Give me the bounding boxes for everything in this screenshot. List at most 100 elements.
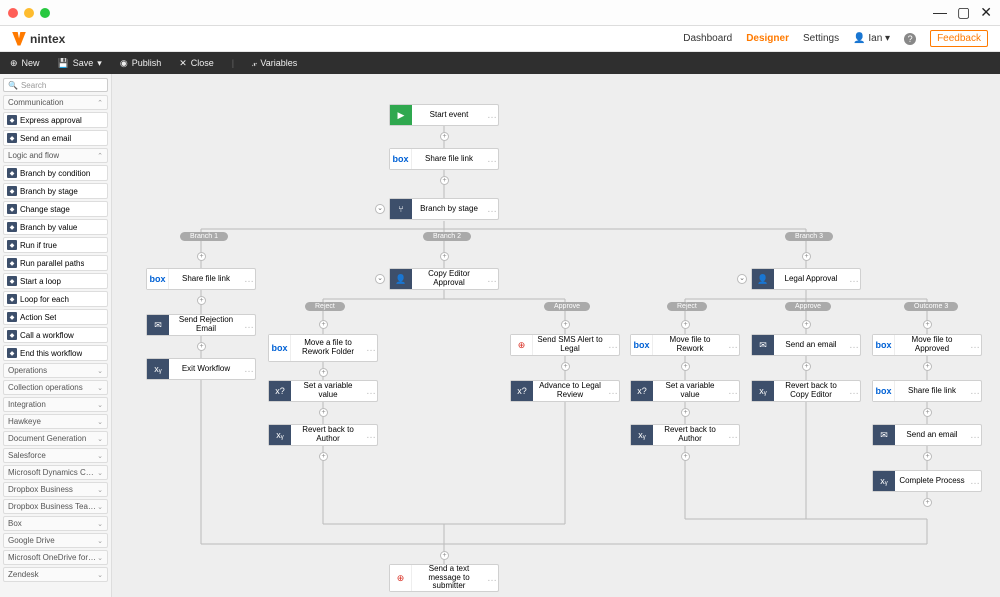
node-share-file-link-2[interactable]: boxShare file link… — [146, 268, 256, 290]
minimize-icon[interactable]: — — [933, 4, 947, 21]
sidebar-group[interactable]: Document Generation⌄ — [3, 431, 108, 446]
sidebar-group[interactable]: Operations⌄ — [3, 363, 108, 378]
sidebar-action[interactable]: ◆Branch by value — [3, 219, 108, 235]
sidebar-group[interactable]: Collection operations⌄ — [3, 380, 108, 395]
maximize-icon[interactable]: ▢ — [957, 4, 970, 21]
add-step[interactable]: + — [319, 368, 328, 377]
sidebar-group[interactable]: Box⌄ — [3, 516, 108, 531]
node-send-rejection-email[interactable]: ✉Send Rejection Email… — [146, 314, 256, 336]
add-step[interactable]: + — [681, 408, 690, 417]
node-advance-legal[interactable]: x?Advance to Legal Review… — [510, 380, 620, 402]
add-step[interactable]: + — [197, 252, 206, 261]
node-revert-author[interactable]: xᵧRevert back to Author… — [268, 424, 378, 446]
add-step[interactable]: + — [561, 362, 570, 371]
node-set-variable[interactable]: x?Set a variable value… — [268, 380, 378, 402]
sidebar-action[interactable]: ◆Branch by condition — [3, 165, 108, 181]
node-set-variable-2[interactable]: x?Set a variable value… — [630, 380, 740, 402]
node-start-event[interactable]: ▶Start event… — [389, 104, 499, 126]
close-button[interactable]: ✕ Close — [179, 58, 214, 69]
sidebar-group[interactable]: Microsoft Dynamics CRM⌄ — [3, 465, 108, 480]
minimize-window[interactable] — [24, 8, 34, 18]
sidebar-action[interactable]: ◆End this workflow — [3, 345, 108, 361]
close-window[interactable] — [8, 8, 18, 18]
sidebar-group[interactable]: Communication⌃ — [3, 95, 108, 110]
workflow-canvas[interactable]: ▶Start event… + boxShare file link… + ⌄ … — [112, 74, 1000, 597]
node-revert-copy-editor[interactable]: xᵧRevert back to Copy Editor… — [751, 380, 861, 402]
add-step[interactable]: + — [440, 132, 449, 141]
search-input[interactable]: 🔍 Search — [3, 78, 108, 92]
add-step[interactable]: + — [319, 320, 328, 329]
sidebar-action[interactable]: ◆Loop for each — [3, 291, 108, 307]
add-step[interactable]: + — [319, 452, 328, 461]
add-step[interactable]: + — [923, 452, 932, 461]
collapse-toggle[interactable]: ⌄ — [737, 274, 747, 284]
node-exit-workflow[interactable]: xᵧExit Workflow… — [146, 358, 256, 380]
add-step[interactable]: + — [923, 320, 932, 329]
node-copy-editor-approval[interactable]: 👤Copy Editor Approval… — [389, 268, 499, 290]
sidebar-group[interactable]: Google Drive⌄ — [3, 533, 108, 548]
node-move-approved[interactable]: boxMove file to Approved… — [872, 334, 982, 356]
zoom-window[interactable] — [40, 8, 50, 18]
node-move-rework-2[interactable]: boxMove file to Rework… — [630, 334, 740, 356]
new-button[interactable]: ⊕ New — [10, 58, 40, 69]
nav-user[interactable]: 👤 Ian ▾ — [853, 33, 890, 44]
node-send-email-3[interactable]: ✉Send an email… — [872, 424, 982, 446]
add-step[interactable]: + — [561, 320, 570, 329]
node-move-file-rework[interactable]: boxMove a file to Rework Folder… — [268, 334, 378, 362]
variables-button[interactable]: 𝓍 Variables — [252, 58, 297, 69]
add-step[interactable]: + — [802, 252, 811, 261]
add-step[interactable]: + — [319, 408, 328, 417]
sidebar-group[interactable]: Logic and flow⌃ — [3, 148, 108, 163]
add-step[interactable]: + — [681, 452, 690, 461]
add-step[interactable]: + — [923, 498, 932, 507]
node-share-file-link-3[interactable]: boxShare file link… — [872, 380, 982, 402]
add-step[interactable]: + — [681, 362, 690, 371]
close-icon[interactable]: ✕ — [980, 4, 992, 21]
save-button[interactable]: 💾 Save ▾ — [58, 58, 102, 69]
sidebar-action[interactable]: ◆Change stage — [3, 201, 108, 217]
node-share-file-link-1[interactable]: boxShare file link… — [389, 148, 499, 170]
node-branch-by-stage[interactable]: ⑂Branch by stage… — [389, 198, 499, 220]
add-step[interactable]: + — [440, 176, 449, 185]
sidebar-group[interactable]: Dropbox Business⌄ — [3, 482, 108, 497]
add-step[interactable]: + — [440, 551, 449, 560]
collapse-toggle[interactable]: ⌄ — [375, 204, 385, 214]
nav-designer[interactable]: Designer — [746, 33, 789, 44]
sidebar-group[interactable]: Microsoft OneDrive for Business⌄ — [3, 550, 108, 565]
add-step[interactable]: + — [802, 362, 811, 371]
node-send-email-2[interactable]: ✉Send an email… — [751, 334, 861, 356]
node-sms-legal[interactable]: ⊕Send SMS Alert to Legal… — [510, 334, 620, 356]
sidebar-action[interactable]: ◆Call a workflow — [3, 327, 108, 343]
sidebar-action[interactable]: ◆Branch by stage — [3, 183, 108, 199]
help-icon[interactable]: ? — [904, 33, 916, 45]
add-step[interactable]: + — [923, 362, 932, 371]
nav-dashboard[interactable]: Dashboard — [683, 33, 732, 44]
sidebar-group[interactable]: Integration⌄ — [3, 397, 108, 412]
sidebar-action[interactable]: ◆Action Set — [3, 309, 108, 325]
node-complete-process[interactable]: xᵧComplete Process… — [872, 470, 982, 492]
sidebar-action[interactable]: ◆Start a loop — [3, 273, 108, 289]
sidebar-action[interactable]: ◆Run parallel paths — [3, 255, 108, 271]
sidebar-action[interactable]: ◆Send an email — [3, 130, 108, 146]
add-step[interactable]: + — [681, 320, 690, 329]
nav-settings[interactable]: Settings — [803, 33, 839, 44]
add-step[interactable]: + — [197, 342, 206, 351]
sidebar-group[interactable]: Salesforce⌄ — [3, 448, 108, 463]
sidebar-action[interactable]: ◆Run if true — [3, 237, 108, 253]
publish-button[interactable]: ◉ Publish — [120, 58, 161, 69]
node-sms-submitter[interactable]: ⊕Send a text message to submitter… — [389, 564, 499, 592]
sidebar-group[interactable]: Hawkeye⌄ — [3, 414, 108, 429]
sidebar-group[interactable]: Dropbox Business Team Mgmt⌄ — [3, 499, 108, 514]
add-step[interactable]: + — [802, 320, 811, 329]
node-revert-author-2[interactable]: xᵧRevert back to Author… — [630, 424, 740, 446]
action-icon: ◆ — [7, 222, 17, 232]
app-header: nintex Dashboard Designer Settings 👤 Ian… — [0, 26, 1000, 52]
node-legal-approval[interactable]: 👤Legal Approval… — [751, 268, 861, 290]
nav-feedback[interactable]: Feedback — [930, 30, 988, 47]
sidebar-group[interactable]: Zendesk⌄ — [3, 567, 108, 582]
sidebar-action[interactable]: ◆Express approval — [3, 112, 108, 128]
collapse-toggle[interactable]: ⌄ — [375, 274, 385, 284]
add-step[interactable]: + — [197, 296, 206, 305]
add-step[interactable]: + — [440, 252, 449, 261]
add-step[interactable]: + — [923, 408, 932, 417]
